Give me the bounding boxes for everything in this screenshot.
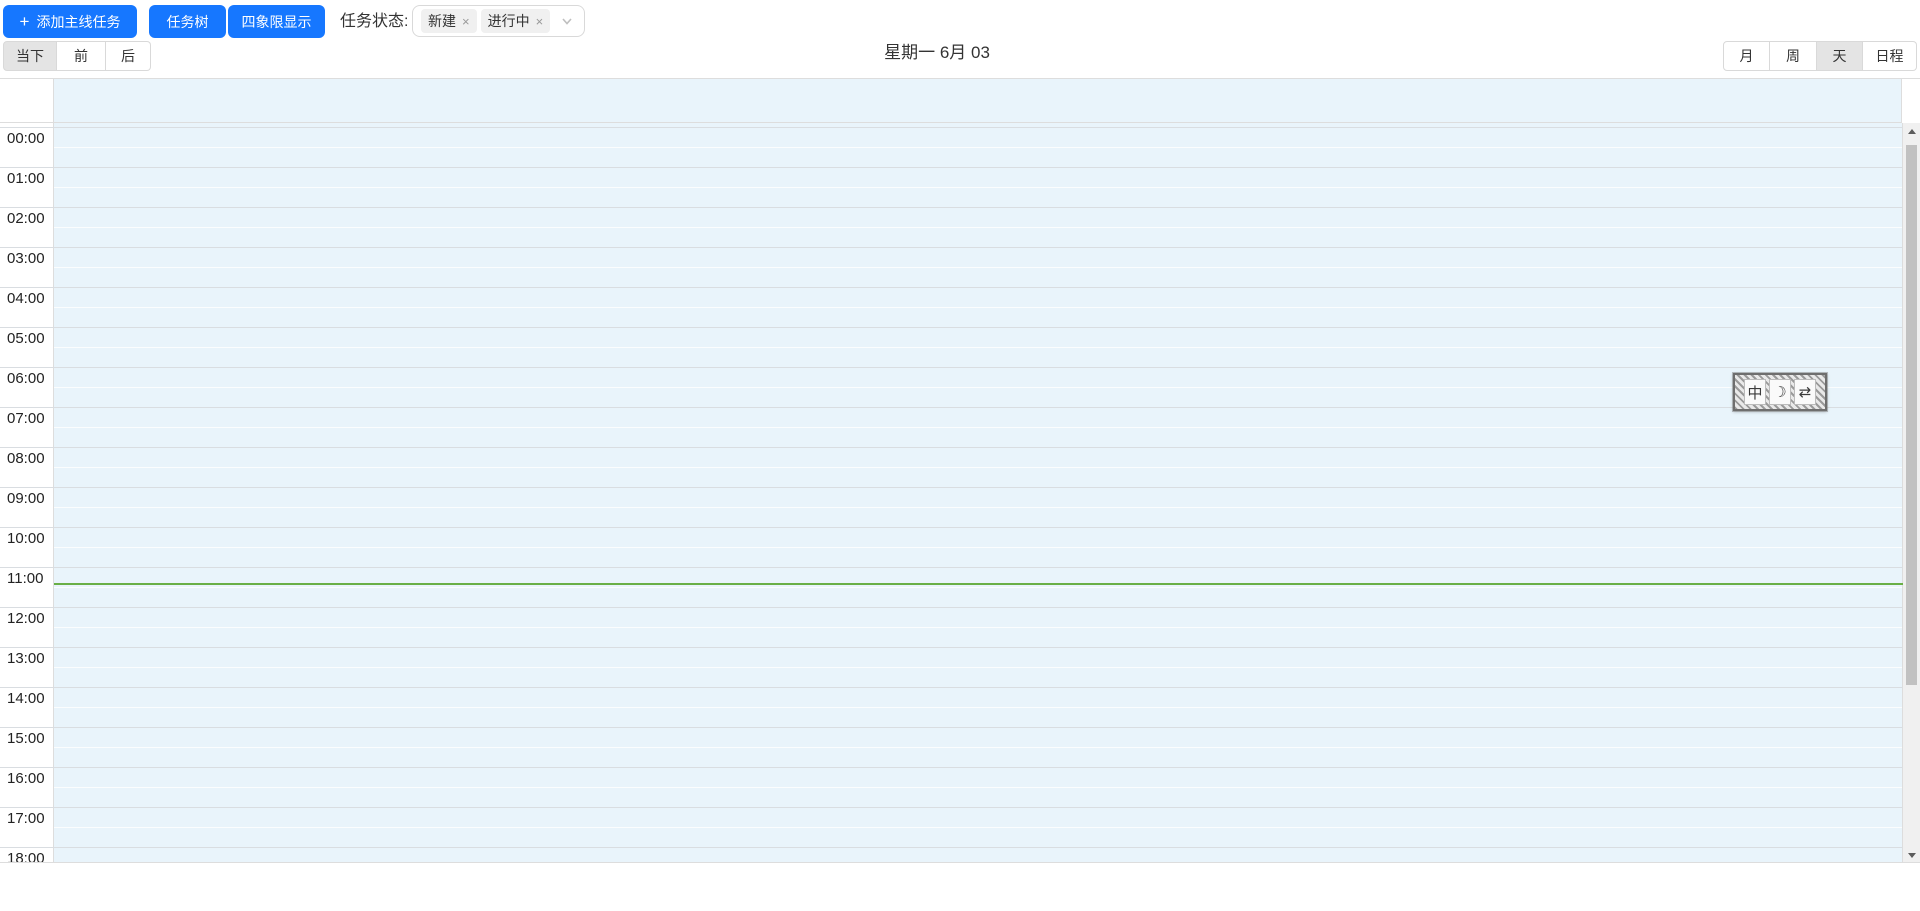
- status-tag-新建: 新建 ×: [421, 9, 477, 33]
- hour-line: [0, 807, 1903, 808]
- half-hour-line: [54, 147, 1902, 148]
- ime-punctuation-button[interactable]: ⇄: [1794, 379, 1816, 405]
- half-hour-line: [54, 587, 1902, 588]
- time-label: 04:00: [7, 290, 45, 307]
- status-tag-list: 新建 × 进行中 ×: [417, 9, 551, 33]
- hour-line: [0, 527, 1903, 528]
- hour-line: [0, 167, 1903, 168]
- hour-line: [0, 607, 1903, 608]
- hour-line: [0, 647, 1903, 648]
- half-hour-line: [54, 467, 1902, 468]
- hour-line: [0, 407, 1903, 408]
- half-hour-line: [54, 267, 1902, 268]
- nav-now-button[interactable]: 当下: [3, 41, 57, 71]
- day-column[interactable]: [54, 123, 1903, 862]
- calendar-title: 星期一 6月 03: [884, 43, 990, 62]
- hour-line: [0, 327, 1903, 328]
- half-hour-line: [54, 667, 1902, 668]
- ime-language-bar[interactable]: 中 ☽ ⇄: [1732, 372, 1828, 412]
- tag-remove-icon[interactable]: ×: [536, 15, 544, 28]
- half-hour-line: [54, 747, 1902, 748]
- hour-line: [0, 287, 1903, 288]
- time-label: 16:00: [7, 770, 45, 787]
- hour-line: [0, 767, 1903, 768]
- time-label: 14:00: [7, 690, 45, 707]
- time-label: 15:00: [7, 730, 45, 747]
- time-label: 08:00: [7, 450, 45, 467]
- time-label: 17:00: [7, 810, 45, 827]
- hour-line: [0, 207, 1903, 208]
- time-label: 09:00: [7, 490, 45, 507]
- status-tag-label: 新建: [428, 13, 456, 29]
- tag-remove-icon[interactable]: ×: [462, 15, 470, 28]
- half-hour-line: [54, 307, 1902, 308]
- half-hour-line: [54, 227, 1902, 228]
- status-tag-进行中: 进行中 ×: [480, 9, 551, 33]
- nav-next-button[interactable]: 后: [106, 41, 151, 71]
- task-calendar-app: + 添加主线任务 任务树 四象限显示 任务状态: 新建 × 进行中 × 当下 前 后 …: [0, 0, 1920, 911]
- half-hour-line: [54, 787, 1902, 788]
- date-nav-group: 当下 前 后: [3, 41, 151, 71]
- allday-gutter-cell: [0, 79, 54, 123]
- scroll-down-icon[interactable]: [1903, 847, 1920, 862]
- half-hour-line: [54, 387, 1902, 388]
- hour-line: [0, 447, 1903, 448]
- time-label: 06:00: [7, 370, 45, 387]
- half-hour-line: [54, 827, 1902, 828]
- view-button-月[interactable]: 月: [1723, 41, 1770, 71]
- add-main-task-button[interactable]: + 添加主线任务: [3, 5, 137, 38]
- hour-line: [0, 247, 1903, 248]
- scrollbar-thumb[interactable]: [1906, 145, 1917, 685]
- hour-line: [0, 687, 1903, 688]
- time-label: 05:00: [7, 330, 45, 347]
- task-status-select[interactable]: 新建 × 进行中 ×: [412, 5, 585, 37]
- view-button-天[interactable]: 天: [1817, 41, 1863, 71]
- time-label: 12:00: [7, 610, 45, 627]
- half-hour-line: [54, 627, 1902, 628]
- time-label: 01:00: [7, 170, 45, 187]
- half-hour-line: [54, 187, 1902, 188]
- hour-line: [0, 727, 1903, 728]
- time-grid: 00:00 01:00 02:00 03:00 04:00 05:00 06:00 07:00…: [0, 123, 1920, 863]
- allday-slot[interactable]: [54, 79, 1902, 123]
- nav-prev-button[interactable]: 前: [57, 41, 106, 71]
- half-hour-line: [54, 707, 1902, 708]
- current-time-indicator: [54, 583, 1903, 585]
- ime-chinese-mode-button[interactable]: 中: [1744, 379, 1766, 405]
- time-label: 18:00: [7, 850, 45, 863]
- time-label: 00:00: [7, 130, 45, 147]
- hour-line: [0, 567, 1903, 568]
- time-label: 13:00: [7, 650, 45, 667]
- half-hour-line: [54, 427, 1902, 428]
- status-tag-label: 进行中: [487, 13, 530, 29]
- view-button-日程[interactable]: 日程: [1863, 41, 1917, 71]
- time-label: 10:00: [7, 530, 45, 547]
- time-label: 03:00: [7, 250, 45, 267]
- task-tree-button[interactable]: 任务树: [149, 5, 226, 38]
- hour-line: [0, 127, 1903, 128]
- quadrant-view-button[interactable]: 四象限显示: [228, 5, 325, 38]
- plus-icon: +: [19, 12, 30, 31]
- half-hour-line: [54, 507, 1902, 508]
- time-label: 02:00: [7, 210, 45, 227]
- half-hour-line: [54, 547, 1902, 548]
- hour-line: [0, 847, 1903, 848]
- half-hour-line: [54, 347, 1902, 348]
- day-view-calendar: 00:00 01:00 02:00 03:00 04:00 05:00 06:00 07:00…: [0, 78, 1920, 863]
- add-main-task-label: 添加主线任务: [36, 13, 121, 30]
- scroll-up-icon[interactable]: [1903, 123, 1920, 139]
- time-label: 11:00: [7, 570, 44, 587]
- vertical-scrollbar[interactable]: [1903, 123, 1920, 862]
- hour-line: [0, 367, 1903, 368]
- ime-fullwidth-moon-button[interactable]: ☽: [1769, 379, 1791, 405]
- chevron-down-icon[interactable]: [561, 15, 573, 27]
- view-button-周[interactable]: 周: [1770, 41, 1817, 71]
- hour-line: [0, 487, 1903, 488]
- time-label: 07:00: [7, 410, 45, 427]
- view-switcher-group: 月周天日程: [1723, 41, 1917, 71]
- task-status-label: 任务状态:: [340, 13, 409, 30]
